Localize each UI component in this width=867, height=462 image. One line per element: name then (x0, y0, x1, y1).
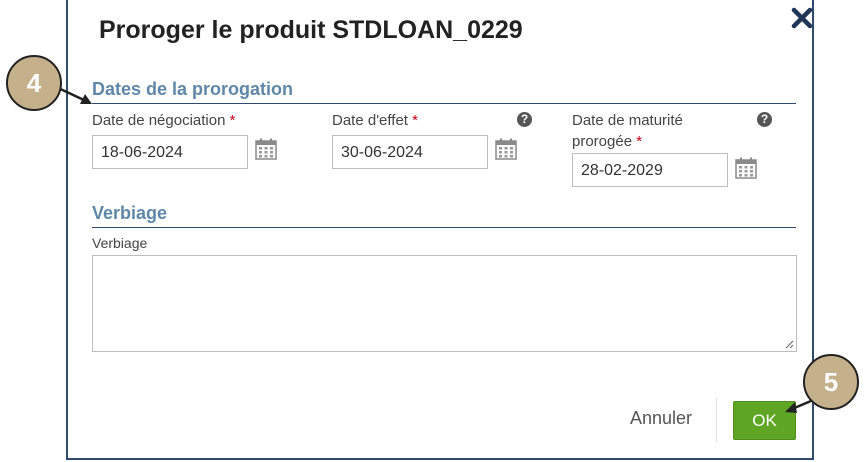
verbiage-section-heading: Verbiage (92, 203, 168, 223)
calendar-icon[interactable] (735, 157, 757, 179)
maturity-date-label: Date de maturité prorogée * (572, 112, 683, 150)
dates-section-divider (92, 103, 796, 104)
step-5-badge: 5 (803, 354, 859, 410)
maturity-date-input[interactable]: 28-02-2029 (572, 153, 728, 187)
dialog-title: Proroger le produit STDLOAN_0229 (99, 16, 523, 44)
close-icon[interactable] (790, 6, 814, 30)
effect-date-label: Date d'effet * (332, 112, 418, 129)
calendar-icon[interactable] (255, 138, 277, 160)
required-marker: * (229, 112, 236, 129)
required-marker: * (412, 112, 418, 129)
step-4-badge: 4 (6, 55, 62, 111)
resize-handle-icon[interactable] (784, 339, 794, 349)
required-marker: * (636, 133, 643, 150)
dates-section-heading: Dates de la prorogation (92, 79, 294, 99)
verbiage-section-divider (92, 227, 796, 228)
footer-divider (716, 398, 717, 442)
cancel-button[interactable]: Annuler (630, 408, 692, 429)
ok-button[interactable]: OK (733, 401, 796, 440)
verbiage-label: Verbiage (92, 235, 148, 251)
help-icon[interactable]: ? (757, 112, 772, 127)
verbiage-textarea[interactable] (92, 255, 797, 352)
negotiation-date-input[interactable]: 18-06-2024 (92, 135, 248, 169)
effect-date-input[interactable]: 30-06-2024 (332, 135, 488, 169)
negotiation-date-label: Date de négociation * (92, 112, 236, 129)
help-icon[interactable]: ? (517, 112, 532, 127)
calendar-icon[interactable] (495, 138, 517, 160)
prorogation-dialog: Proroger le produit STDLOAN_0229 Dates d… (66, 0, 814, 460)
